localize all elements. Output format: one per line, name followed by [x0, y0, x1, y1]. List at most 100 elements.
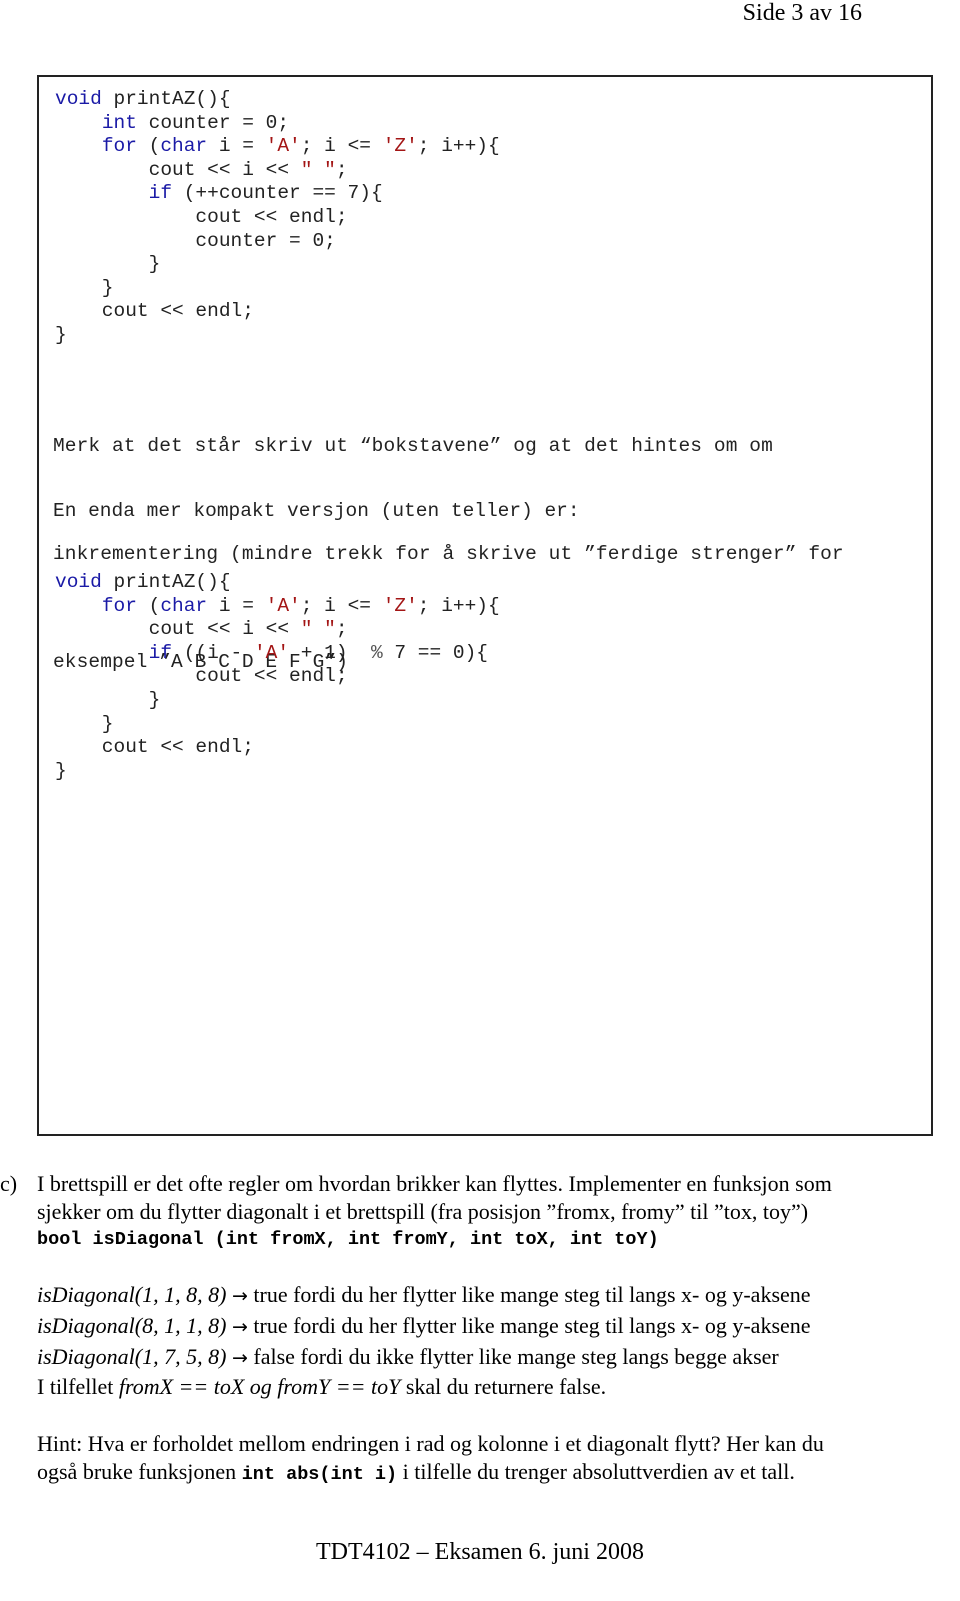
code-string: " "	[300, 618, 336, 641]
example-result: false fordi du ikke flytter like mange s…	[247, 1344, 779, 1369]
code-text: i =	[207, 594, 266, 617]
page-number: Side 3 av 16	[742, 0, 862, 26]
code-text: (++counter == 7){	[172, 182, 383, 205]
arrow-right-icon: →	[231, 1285, 248, 1307]
note-line: Merk at det står skriv ut “bokstavene” o…	[53, 435, 773, 457]
code-text: printAZ(){	[101, 88, 231, 110]
code-text: }	[55, 323, 67, 346]
code-line: void printAZ(){	[55, 571, 500, 595]
code-text: ;	[335, 158, 348, 181]
code-string: 'Z'	[382, 594, 418, 617]
code-keyword: void	[55, 571, 102, 593]
code-string: 'A'	[265, 594, 301, 617]
task-intro-line: sjekker om du flytter diagonalt i et bre…	[37, 1199, 809, 1224]
hint-suffix: i tilfelle du trenger absoluttverdien av…	[397, 1459, 795, 1484]
code-text: ;	[335, 618, 348, 641]
code-text: cout << i <<	[55, 158, 301, 181]
code-line: counter = 0;	[55, 230, 500, 254]
example-call: isDiagonal(1, 7, 5, 8)	[37, 1344, 227, 1369]
code-keyword: for	[101, 594, 137, 617]
answer-box: void printAZ(){ int counter = 0; for (ch…	[37, 75, 933, 1136]
code-text: ; i++){	[417, 594, 500, 617]
code-text: i =	[207, 135, 266, 158]
code-text: cout << endl;	[55, 665, 348, 688]
hint-line: også bruke funksjonen int abs(int i) i t…	[37, 1458, 952, 1489]
example-line: isDiagonal(1, 1, 8, 8) → true fordi du h…	[37, 1280, 952, 1311]
code-line: cout << endl;	[55, 300, 500, 324]
code-text: ; i <=	[300, 594, 383, 617]
note-line: inkrementering (mindre trekk for å skriv…	[53, 543, 844, 565]
code-line: }	[55, 760, 500, 784]
example-call: isDiagonal(8, 1, 1, 8)	[37, 1313, 227, 1338]
code-text: }	[55, 253, 161, 276]
code-text: cout << i <<	[55, 618, 301, 641]
code-line: void printAZ(){	[55, 88, 500, 112]
code-line: }	[55, 253, 500, 277]
code-text: ; i++){	[417, 135, 500, 158]
example-call: isDiagonal(1, 1, 8, 8)	[37, 1282, 227, 1307]
code-line: }	[55, 277, 500, 301]
code-keyword: void	[55, 88, 102, 110]
code-keyword: char	[160, 135, 208, 158]
code-line: }	[55, 689, 500, 713]
example-result: true fordi du her flytter like mange ste…	[247, 1282, 811, 1307]
code-line: cout << i << " ";	[55, 618, 500, 642]
code-line: int counter = 0;	[55, 112, 500, 136]
code-text: %	[370, 641, 383, 664]
code-text: cout << endl;	[55, 736, 254, 759]
code-text: cout << endl;	[55, 300, 254, 323]
code-string: 'A'	[265, 135, 301, 158]
code-text: }	[55, 276, 114, 299]
code-string: " "	[300, 158, 336, 181]
code-text: counter = 0;	[136, 111, 290, 134]
edge-case-prefix: I tilfellet	[37, 1374, 119, 1399]
code-keyword: if	[148, 641, 173, 664]
compact-version-label: En enda mer kompakt versjon (uten teller…	[53, 500, 580, 522]
example-result: true fordi du her flytter like mange ste…	[247, 1313, 811, 1338]
hint-prefix: også bruke funksjonen	[37, 1459, 242, 1484]
task-intro-line: I brettspill er det ofte regler om hvord…	[37, 1171, 832, 1196]
code-text: ; i <=	[300, 135, 383, 158]
code-string: 'Z'	[382, 135, 418, 158]
code-line: cout << i << " ";	[55, 159, 500, 183]
arrow-right-icon: →	[231, 1316, 248, 1338]
code-line: cout << endl;	[55, 206, 500, 230]
arrow-right-icon: →	[231, 1347, 248, 1369]
code-text: + 1)	[289, 641, 371, 664]
code-line: if (++counter == 7){	[55, 182, 500, 206]
edge-case-suffix: skal du returnere false.	[400, 1374, 607, 1399]
code-line: if ((i - 'A' + 1) % 7 == 0){	[55, 642, 500, 666]
code-keyword: int	[101, 111, 137, 134]
code-line: cout << endl;	[55, 665, 500, 689]
code-block-counter-version: void printAZ(){ int counter = 0; for (ch…	[55, 88, 500, 348]
code-text: counter = 0;	[55, 229, 336, 252]
page-footer: TDT4102 – Eksamen 6. juni 2008	[316, 1539, 644, 1565]
hint-line: Hint: Hva er forholdet mellom endringen …	[37, 1431, 824, 1456]
code-line: }	[55, 324, 500, 348]
edge-case-line: I tilfellet fromX == toX og fromY == toY…	[37, 1373, 952, 1401]
code-text: }	[55, 688, 161, 711]
code-text: 7 == 0){	[382, 641, 489, 664]
code-text: (	[136, 135, 161, 158]
code-line: for (char i = 'A'; i <= 'Z'; i++){	[55, 595, 500, 619]
code-text: printAZ(){	[101, 571, 231, 593]
task-label: c)	[0, 1171, 18, 1196]
code-text: ((i -	[172, 641, 254, 664]
task-body: I brettspill er det ofte regler om hvord…	[37, 1170, 952, 1489]
function-signature: bool isDiagonal (int fromX, int fromY, i…	[37, 1229, 659, 1250]
code-line: cout << endl;	[55, 736, 500, 760]
example-line: isDiagonal(1, 7, 5, 8) → false fordi du …	[37, 1342, 952, 1373]
code-block-compact-version: void printAZ(){ for (char i = 'A'; i <= …	[55, 571, 500, 783]
code-line: }	[55, 713, 500, 737]
code-line: for (char i = 'A'; i <= 'Z'; i++){	[55, 135, 500, 159]
edge-case-condition: fromX == toX og fromY == toY	[118, 1374, 401, 1399]
code-keyword: for	[101, 135, 137, 158]
hint-code: int abs(int i)	[241, 1464, 398, 1485]
code-text: }	[55, 759, 67, 782]
example-line: isDiagonal(8, 1, 1, 8) → true fordi du h…	[37, 1311, 952, 1342]
code-text: cout << endl;	[55, 205, 348, 228]
